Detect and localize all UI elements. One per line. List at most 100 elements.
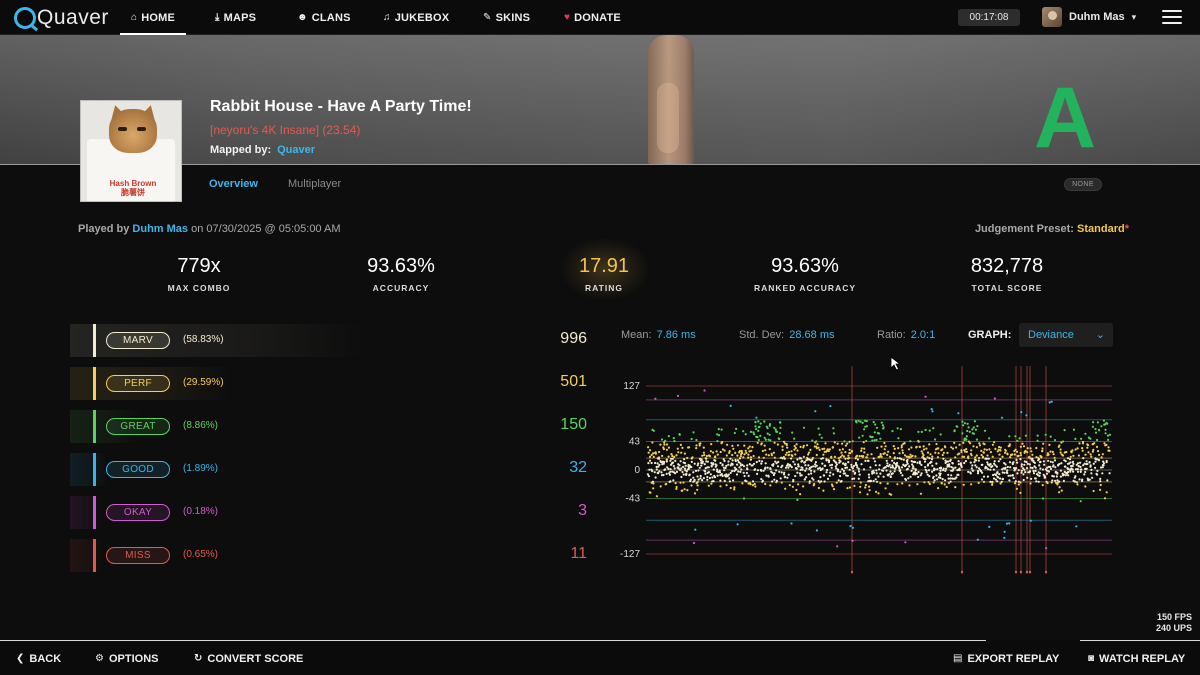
hit-dot bbox=[692, 431, 695, 434]
hit-dot bbox=[695, 444, 698, 447]
player-link[interactable]: Duhm Mas bbox=[132, 223, 188, 235]
hit-dot bbox=[897, 447, 900, 450]
hit-dot bbox=[974, 428, 977, 431]
hit-dot bbox=[715, 450, 718, 453]
hit-dot bbox=[685, 470, 688, 473]
hit-dot bbox=[870, 453, 873, 456]
hit-dot bbox=[932, 475, 935, 478]
hit-dot bbox=[857, 419, 860, 422]
hit-dot bbox=[987, 468, 990, 471]
hit-dot bbox=[991, 483, 994, 486]
hit-dot bbox=[919, 492, 922, 495]
hit-dot bbox=[769, 467, 772, 471]
hit-dot bbox=[858, 436, 861, 439]
hit-dot bbox=[847, 454, 850, 457]
hit-dot bbox=[896, 461, 899, 465]
hit-dot bbox=[976, 538, 979, 541]
hit-dot bbox=[650, 453, 653, 457]
graph-mode-dropdown[interactable]: Deviance ⌄ bbox=[1019, 323, 1113, 347]
hit-dot bbox=[924, 395, 927, 398]
hit-dot bbox=[1006, 453, 1009, 456]
hit-dot bbox=[807, 464, 810, 467]
hit-dot bbox=[1080, 468, 1083, 471]
watch-replay-button[interactable]: ◙ WATCH REPLAY bbox=[1088, 641, 1185, 675]
hit-dot bbox=[766, 427, 769, 430]
mapper-link[interactable]: Quaver bbox=[277, 144, 315, 156]
hit-dot bbox=[1079, 465, 1082, 468]
hit-dot bbox=[648, 455, 652, 458]
nav-jukebox-label: JUKEBOX bbox=[394, 11, 450, 24]
hit-dot bbox=[1036, 439, 1039, 442]
hit-dot bbox=[940, 482, 943, 485]
hit-dot bbox=[761, 449, 764, 453]
hit-dot bbox=[908, 465, 911, 468]
hit-dot bbox=[815, 464, 818, 467]
hit-dot bbox=[936, 456, 939, 459]
user-menu[interactable]: Duhm Mas ▾ bbox=[1042, 6, 1136, 28]
hit-dot bbox=[701, 479, 704, 482]
hit-dot bbox=[1108, 449, 1111, 452]
hit-dot bbox=[942, 451, 945, 454]
hit-dot bbox=[665, 458, 668, 461]
hit-dot bbox=[889, 466, 892, 469]
hit-dot bbox=[952, 467, 955, 470]
hit-dot bbox=[957, 412, 960, 415]
hit-dot bbox=[1047, 459, 1050, 462]
hit-dot bbox=[872, 471, 876, 474]
hit-dot bbox=[1076, 462, 1080, 465]
hit-dot bbox=[1012, 477, 1015, 480]
hit-dot bbox=[769, 484, 772, 487]
quaver-logo[interactable]: Quaver bbox=[14, 4, 109, 32]
hit-dot bbox=[700, 464, 703, 467]
hit-dot bbox=[1008, 444, 1011, 447]
hit-dot bbox=[792, 460, 795, 463]
judgement-glow bbox=[70, 539, 103, 572]
hit-dot bbox=[927, 469, 931, 472]
export-replay-button[interactable]: ▤ EXPORT REPLAY bbox=[953, 641, 1059, 675]
convert-score-button[interactable]: ↻ CONVERT SCORE bbox=[194, 641, 303, 675]
nav-donate[interactable]: ♥ DONATE bbox=[564, 0, 621, 35]
hit-dot bbox=[981, 456, 984, 459]
hamburger-menu-icon[interactable] bbox=[1162, 10, 1182, 24]
hit-dot bbox=[1076, 468, 1079, 471]
hit-dot bbox=[911, 454, 914, 457]
hit-dot bbox=[943, 483, 946, 486]
nav-maps[interactable]: ⤓ MAPS bbox=[215, 0, 256, 35]
hit-dot bbox=[728, 477, 731, 480]
judgement-preset: Judgement Preset: Standard* bbox=[975, 223, 1129, 235]
mapped-by-label: Mapped by: bbox=[210, 144, 272, 156]
hit-dot bbox=[1003, 451, 1007, 454]
hit-dot bbox=[690, 437, 693, 441]
hit-dot bbox=[1049, 450, 1052, 453]
hit-dot bbox=[681, 470, 684, 474]
hit-dot bbox=[873, 431, 876, 434]
hit-dot bbox=[836, 469, 839, 472]
hit-dot bbox=[751, 480, 755, 483]
hit-dot bbox=[767, 454, 770, 457]
hit-dot bbox=[962, 441, 965, 444]
nav-clans[interactable]: ☻ CLANS bbox=[297, 0, 351, 35]
hit-dot bbox=[1076, 447, 1079, 450]
hit-dot bbox=[983, 429, 987, 432]
nav-home[interactable]: ⌂ HOME bbox=[119, 0, 187, 35]
tab-multiplayer[interactable]: Multiplayer bbox=[288, 178, 341, 190]
hit-dot bbox=[896, 457, 899, 460]
hit-dot bbox=[659, 485, 662, 488]
hit-dot bbox=[831, 446, 834, 449]
hit-dot bbox=[999, 446, 1002, 449]
nav-jukebox[interactable]: ♫ JUKEBOX bbox=[383, 0, 449, 35]
tab-overview[interactable]: Overview bbox=[209, 178, 258, 190]
hit-dot bbox=[803, 478, 806, 481]
hit-dot bbox=[848, 440, 851, 443]
options-button[interactable]: ⚙ OPTIONS bbox=[95, 641, 158, 675]
hit-dot bbox=[688, 473, 691, 476]
stat-label: MAX COMBO bbox=[167, 283, 231, 293]
hit-dot bbox=[652, 455, 655, 458]
back-button[interactable]: ❮ BACK bbox=[16, 641, 61, 675]
hit-dot bbox=[721, 441, 724, 444]
hit-dot bbox=[937, 452, 940, 455]
hit-dot bbox=[665, 448, 668, 451]
hit-dot bbox=[779, 477, 782, 480]
hit-dot bbox=[791, 431, 794, 434]
nav-skins[interactable]: ✎ SKINS bbox=[483, 0, 530, 35]
